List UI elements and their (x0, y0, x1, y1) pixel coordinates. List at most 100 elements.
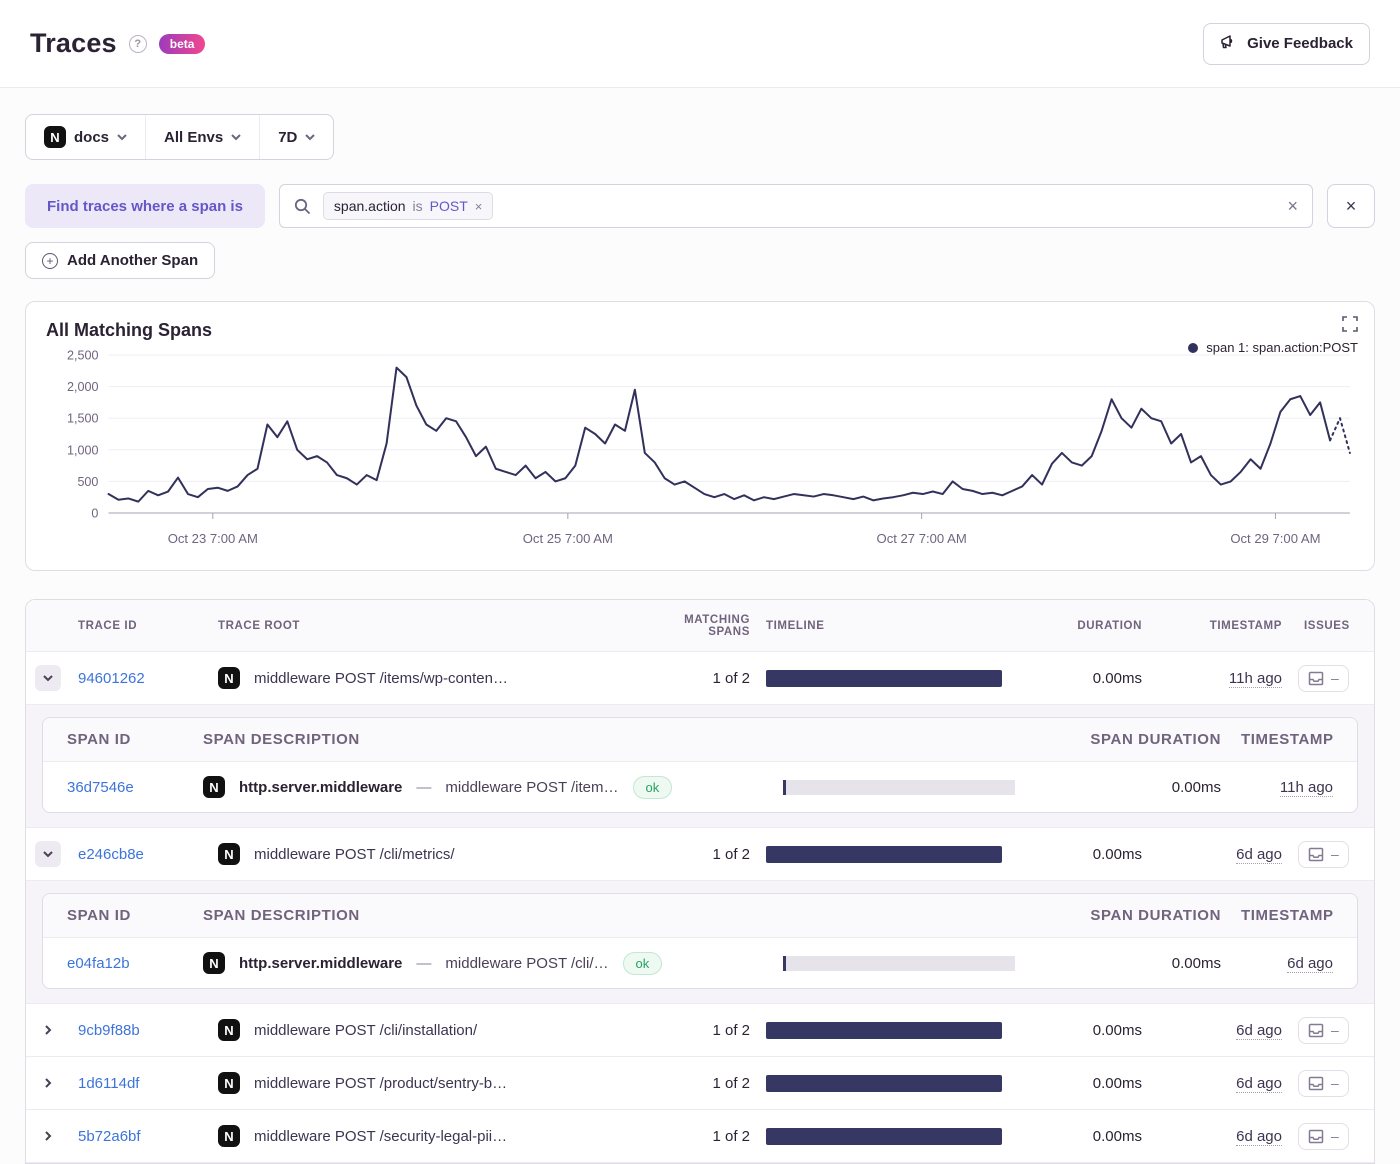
search-icon (294, 198, 311, 215)
timeline-bar[interactable] (766, 1022, 1002, 1039)
matching-spans-count: 1 of 2 (638, 1075, 758, 1092)
col-duration: DURATION (1038, 620, 1150, 632)
legend-dot (1188, 343, 1198, 353)
beta-badge: beta (159, 34, 206, 54)
traces-table: TRACE ID TRACE ROOT MATCHING SPANS TIMEL… (25, 599, 1375, 1164)
fullscreen-expand-icon[interactable] (1342, 316, 1358, 332)
timestamp-value[interactable]: 6d ago (1236, 1128, 1282, 1146)
trace-root-label: middleware POST /cli/installation/ (254, 1022, 477, 1039)
duration-value: 0.00ms (1038, 846, 1150, 863)
span-id-link[interactable]: 36d7546e (67, 779, 134, 796)
nextjs-project-icon: N (218, 843, 240, 865)
megaphone-icon (1220, 34, 1238, 54)
nextjs-project-icon: N (203, 776, 225, 798)
span-timeline-bar[interactable] (783, 780, 1015, 795)
timestamp-value[interactable]: 6d ago (1236, 1022, 1282, 1040)
add-another-span-label: Add Another Span (67, 252, 198, 269)
environment-selector-label: All Envs (164, 129, 223, 146)
timeline-bar[interactable] (766, 670, 1002, 687)
expand-toggle-button[interactable] (35, 665, 61, 691)
span-duration-value: 0.00ms (1053, 955, 1231, 972)
matching-spans-count: 1 of 2 (638, 670, 758, 687)
legend-label: span 1: span.action:POST (1206, 340, 1358, 355)
trace-id-link[interactable]: e246cb8e (78, 846, 144, 863)
trace-id-link[interactable]: 9cb9f88b (78, 1022, 140, 1039)
issues-badge[interactable]: – (1298, 841, 1349, 868)
expand-toggle-button[interactable] (35, 1070, 61, 1096)
no-issues-dash: – (1331, 671, 1339, 685)
duration-value: 0.00ms (1038, 1128, 1150, 1145)
col-span-description: SPAN DESCRIPTION (193, 907, 773, 924)
col-trace-id: TRACE ID (70, 620, 210, 632)
date-range-selector[interactable]: 7D (259, 115, 333, 159)
chip-value: POST (430, 198, 468, 214)
expanded-span-section: SPAN ID SPAN DESCRIPTION SPAN DURATION T… (26, 705, 1374, 828)
trace-id-link[interactable]: 94601262 (78, 670, 145, 687)
span-table-row: e04fa12b N http.server.middleware — midd… (43, 938, 1357, 988)
environment-selector[interactable]: All Envs (145, 115, 259, 159)
timeline-bar[interactable] (766, 846, 1002, 863)
matching-spans-count: 1 of 2 (638, 1128, 758, 1145)
timestamp-value[interactable]: 6d ago (1236, 1075, 1282, 1093)
trace-id-link[interactable]: 5b72a6bf (78, 1128, 141, 1145)
expanded-span-section: SPAN ID SPAN DESCRIPTION SPAN DURATION T… (26, 881, 1374, 1004)
svg-text:0: 0 (91, 507, 98, 521)
trace-root-label: middleware POST /cli/metrics/ (254, 846, 455, 863)
col-span-duration: SPAN DURATION (1053, 731, 1231, 748)
col-span-id: SPAN ID (43, 731, 193, 748)
trace-table-row: 94601262 N middleware POST /items/wp-con… (26, 652, 1374, 705)
col-timeline: TIMELINE (758, 620, 1038, 632)
chip-key: span.action (334, 198, 406, 214)
issues-badge[interactable]: – (1298, 1070, 1349, 1097)
nextjs-project-icon: N (44, 126, 66, 148)
no-issues-dash: – (1331, 1023, 1339, 1037)
trace-root-label: middleware POST /security-legal-pii… (254, 1128, 507, 1145)
timestamp-value[interactable]: 6d ago (1236, 846, 1282, 864)
span-description-label: middleware POST /cli/… (445, 955, 608, 972)
no-issues-dash: – (1331, 1129, 1339, 1143)
chip-remove-icon[interactable]: × (475, 199, 483, 214)
span-separator: — (416, 779, 431, 796)
remove-span-filter-button[interactable]: × (1327, 184, 1375, 228)
issues-badge[interactable]: – (1298, 665, 1349, 692)
page-title: Traces (30, 28, 117, 59)
help-icon[interactable]: ? (129, 35, 147, 53)
all-matching-spans-chart: All Matching Spans span 1: span.action:P… (25, 301, 1375, 571)
nextjs-project-icon: N (218, 1019, 240, 1041)
issues-badge[interactable]: – (1298, 1123, 1349, 1150)
date-range-selector-label: 7D (278, 129, 297, 146)
span-duration-value: 0.00ms (1053, 779, 1231, 796)
trace-table-row: 5b72a6bf N middleware POST /security-leg… (26, 1110, 1374, 1163)
trace-id-link[interactable]: 1d6114df (78, 1075, 139, 1092)
col-span-description: SPAN DESCRIPTION (193, 731, 773, 748)
chip-operator: is (413, 198, 423, 214)
svg-text:2,500: 2,500 (67, 349, 99, 363)
timeline-bar[interactable] (766, 1075, 1002, 1092)
spans-line-chart[interactable]: 05001,0001,5002,0002,500Oct 23 7:00 AMOc… (40, 343, 1360, 555)
project-selector[interactable]: N docs (26, 115, 145, 159)
expand-toggle-button[interactable] (35, 1017, 61, 1043)
matching-spans-count: 1 of 2 (638, 1022, 758, 1039)
duration-value: 0.00ms (1038, 670, 1150, 687)
give-feedback-button[interactable]: Give Feedback (1203, 23, 1370, 65)
issues-badge[interactable]: – (1298, 1017, 1349, 1044)
search-clear-icon[interactable]: × (1287, 196, 1298, 217)
svg-text:Oct 23 7:00 AM: Oct 23 7:00 AM (168, 531, 258, 546)
svg-text:500: 500 (77, 475, 98, 489)
filter-chip-span-action[interactable]: span.action is POST × (323, 192, 493, 220)
col-issues: ISSUES (1290, 620, 1374, 632)
give-feedback-label: Give Feedback (1247, 35, 1353, 52)
chart-legend[interactable]: span 1: span.action:POST (1188, 340, 1358, 355)
add-another-span-button[interactable]: + Add Another Span (25, 242, 215, 279)
span-search-input[interactable]: span.action is POST × × (279, 184, 1313, 228)
span-timeline-bar[interactable] (783, 956, 1015, 971)
span-timestamp-value[interactable]: 11h ago (1280, 779, 1333, 797)
span-timestamp-value[interactable]: 6d ago (1287, 955, 1333, 973)
span-id-link[interactable]: e04fa12b (67, 955, 130, 972)
timeline-bar[interactable] (766, 1128, 1002, 1145)
timestamp-value[interactable]: 11h ago (1229, 670, 1282, 688)
expand-toggle-button[interactable] (35, 841, 61, 867)
span-op-label: http.server.middleware (239, 955, 402, 972)
no-issues-dash: – (1331, 847, 1339, 861)
expand-toggle-button[interactable] (35, 1123, 61, 1149)
